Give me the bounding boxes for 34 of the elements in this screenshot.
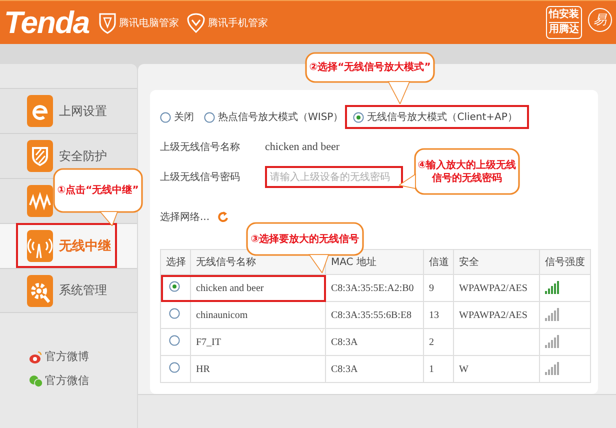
callout-text: ④输入放大的上级无线信号的无线密码 xyxy=(416,158,518,184)
section-label: 选择网络... xyxy=(160,210,210,224)
table-cell: F7_IT xyxy=(190,328,326,356)
table-cell: C8:3A xyxy=(326,328,424,356)
callout-text: ②选择“无线信号放大模式” xyxy=(309,61,431,74)
column-header: 信号强度 xyxy=(540,250,590,274)
table-cell: HR xyxy=(190,356,326,382)
field-label: 上级无线信号名称 xyxy=(160,140,241,154)
brand-logo: Tenda xyxy=(4,7,90,38)
radio-label: 热点信号放大模式（WISP） xyxy=(218,110,344,124)
column-header: 安全 xyxy=(454,250,540,274)
callout-text: ①点击“无线中继” xyxy=(57,184,139,197)
column-header: 信道 xyxy=(424,250,454,274)
partner-label: 腾讯手机管家 xyxy=(208,16,268,30)
callout-text: ③选择要放大的无线信号 xyxy=(250,232,360,246)
table-cell: W xyxy=(454,356,540,382)
table-cell: 9 xyxy=(424,274,454,302)
table-cell: C8:3A:35:55:6B:E8 xyxy=(326,302,424,328)
table-cell: WPAWPA2/AES xyxy=(454,274,540,302)
table-cell: chinaunicom xyxy=(190,302,326,328)
partner-label: 腾讯电脑管家 xyxy=(119,16,180,30)
table-cell: C8:3A xyxy=(326,356,424,382)
table-cell: C8:3A:35:5E:A2:B0 xyxy=(326,274,424,302)
table-cell: WPAWPA2/AES xyxy=(454,302,540,328)
table-cell: 13 xyxy=(424,302,454,328)
emblem-logo: 易 xyxy=(588,8,612,32)
radio-label: 关闭 xyxy=(174,110,194,124)
radio-label: 无线信号放大模式（Client+AP） xyxy=(367,110,518,124)
column-header: 选择 xyxy=(160,250,190,274)
promo-badge: 怕安装 用腾达 xyxy=(546,6,582,39)
table-cell: 1 xyxy=(424,356,454,382)
field-value: chicken and beer xyxy=(265,141,340,153)
table-cell: 2 xyxy=(424,328,454,356)
field-label: 上级无线信号密码 xyxy=(160,170,241,184)
